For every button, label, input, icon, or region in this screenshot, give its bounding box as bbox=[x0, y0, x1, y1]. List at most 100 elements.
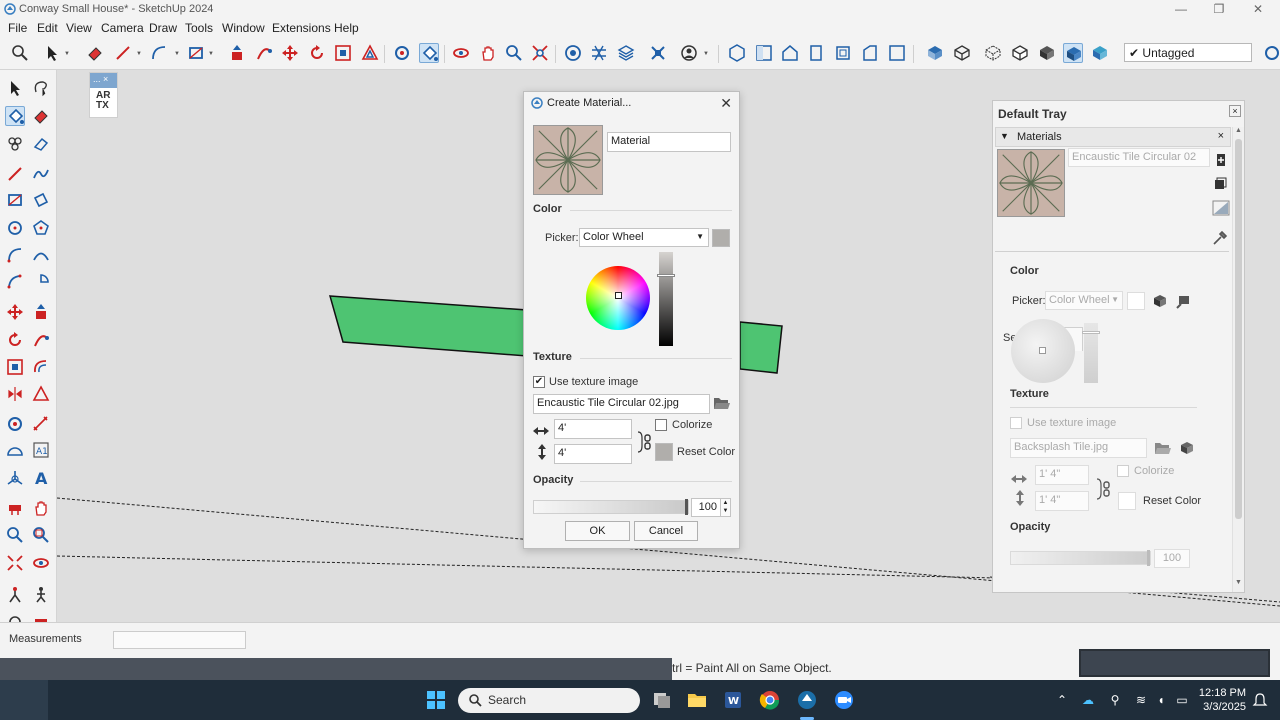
profile-icon[interactable] bbox=[679, 43, 699, 63]
zoom-window-icon[interactable] bbox=[31, 525, 51, 545]
task-view-icon[interactable] bbox=[651, 689, 673, 711]
push-pull-tool-icon[interactable] bbox=[31, 302, 51, 322]
tray-texture-file-input[interactable]: Backsplash Tile.jpg bbox=[1010, 438, 1147, 458]
zoom-app-icon[interactable] bbox=[833, 689, 855, 711]
cancel-button[interactable]: Cancel bbox=[634, 521, 698, 541]
select-tool-icon[interactable] bbox=[42, 43, 62, 63]
3d-text-tool-icon[interactable]: A bbox=[31, 468, 51, 488]
menu-edit[interactable]: Edit bbox=[37, 21, 58, 35]
eyedropper-icon[interactable] bbox=[1212, 230, 1228, 246]
axes-tool-icon[interactable] bbox=[5, 468, 25, 488]
line-tool-icon[interactable] bbox=[5, 164, 25, 184]
display-secondary-pane-icon[interactable] bbox=[1212, 200, 1230, 216]
chrome-icon[interactable] bbox=[759, 689, 781, 711]
artx-logo-icon[interactable]: AR TX bbox=[90, 88, 117, 111]
eraser-tool-icon[interactable] bbox=[85, 43, 105, 63]
pan-hand-icon[interactable] bbox=[31, 498, 51, 518]
aspect-lock-chain-icon[interactable] bbox=[636, 430, 652, 454]
push-pull-tool-icon[interactable] bbox=[227, 43, 247, 63]
tray-close-button[interactable]: × bbox=[1229, 105, 1241, 117]
menu-file[interactable]: File bbox=[8, 21, 27, 35]
chevron-down-icon[interactable]: ▼ bbox=[723, 508, 729, 514]
pie-tool-icon[interactable] bbox=[31, 272, 51, 292]
left-view-icon[interactable] bbox=[860, 43, 880, 63]
zoom-extents-icon[interactable] bbox=[530, 43, 550, 63]
orbit-tool-icon[interactable] bbox=[451, 43, 471, 63]
sections-icon[interactable] bbox=[589, 43, 609, 63]
green-face-right[interactable] bbox=[739, 321, 783, 374]
opacity-stepper[interactable]: ▲ ▼ bbox=[720, 498, 731, 517]
measurements-input[interactable] bbox=[113, 631, 246, 649]
paint-bucket-tool-icon[interactable] bbox=[419, 43, 439, 63]
brightness-slider[interactable] bbox=[657, 252, 675, 346]
texture-file-input[interactable]: Encaustic Tile Circular 02.jpg bbox=[533, 394, 710, 414]
polygon-tool-icon[interactable] bbox=[31, 218, 51, 238]
taskbar-clock[interactable]: 12:18 PM 3/3/2025 bbox=[1198, 686, 1246, 714]
look-around-icon[interactable] bbox=[5, 612, 25, 622]
tray-aspect-lock-chain-icon[interactable] bbox=[1095, 477, 1111, 501]
pan-hand-icon[interactable] bbox=[478, 43, 498, 63]
tray-color-swatch[interactable] bbox=[1127, 292, 1145, 310]
dimension-tool-icon[interactable] bbox=[31, 414, 51, 434]
color-wheel[interactable] bbox=[586, 266, 650, 330]
wireframe-style-icon[interactable] bbox=[983, 43, 1003, 63]
monochrome-style-icon[interactable] bbox=[1090, 43, 1110, 63]
triangle-tool-icon[interactable] bbox=[31, 384, 51, 404]
shaded-textures-style-icon[interactable] bbox=[1063, 43, 1083, 63]
location-icon[interactable]: ⚲ bbox=[1108, 693, 1122, 707]
menu-draw[interactable]: Draw bbox=[149, 21, 177, 35]
chevron-down-icon[interactable]: ▼ bbox=[1000, 131, 1009, 141]
tray-brightness-handle[interactable] bbox=[1082, 331, 1100, 334]
zoom-search-icon[interactable] bbox=[10, 43, 30, 63]
volume-icon[interactable]: ◖ bbox=[1154, 693, 1168, 707]
offset-tool-icon[interactable] bbox=[31, 357, 51, 377]
tray-scrollbar-thumb[interactable] bbox=[1235, 139, 1242, 519]
chevron-up-icon[interactable]: ▲ bbox=[723, 500, 729, 506]
maximize-button[interactable]: ❐ bbox=[1204, 1, 1234, 17]
erase-shape-icon[interactable] bbox=[31, 134, 51, 154]
wifi-icon[interactable]: ≋ bbox=[1134, 693, 1148, 707]
chevron-down-icon[interactable]: ▼ bbox=[64, 51, 70, 57]
arc-tool-icon[interactable] bbox=[149, 43, 169, 63]
tag-selector[interactable]: ✔ Untagged bbox=[1124, 43, 1252, 62]
follow-me-tool-icon[interactable] bbox=[254, 43, 274, 63]
component-tool-icon[interactable] bbox=[5, 134, 25, 154]
color-wheel-cursor[interactable] bbox=[615, 292, 622, 299]
tray-reset-color-button[interactable]: Reset Color bbox=[1143, 495, 1201, 507]
color-swatch[interactable] bbox=[712, 229, 730, 247]
tray-color-wheel[interactable] bbox=[1011, 319, 1075, 383]
ok-button[interactable]: OK bbox=[565, 521, 630, 541]
orbit-tool-icon[interactable] bbox=[31, 553, 51, 573]
tray-opacity-slider[interactable] bbox=[1010, 550, 1151, 566]
follow-me-tool-icon[interactable] bbox=[31, 330, 51, 350]
scale-tool-icon[interactable] bbox=[333, 43, 353, 63]
section-plane-tool-icon[interactable] bbox=[5, 498, 25, 518]
iso-view-icon[interactable] bbox=[727, 43, 747, 63]
opacity-value-input[interactable]: 100 bbox=[691, 498, 721, 517]
arc-tool-icon[interactable] bbox=[5, 245, 25, 265]
battery-icon[interactable]: ▭ bbox=[1175, 693, 1189, 707]
dialog-close-button[interactable]: ✕ bbox=[720, 95, 732, 112]
match-color-screen-icon[interactable] bbox=[1176, 293, 1192, 309]
paint-bucket-tool-icon[interactable] bbox=[5, 106, 25, 126]
back-edges-style-icon[interactable] bbox=[952, 43, 972, 63]
opacity-slider-handle[interactable] bbox=[685, 499, 688, 515]
opacity-slider[interactable] bbox=[533, 499, 689, 515]
solid-tools-icon[interactable] bbox=[648, 43, 668, 63]
colorize-checkbox[interactable] bbox=[655, 419, 667, 431]
tray-browse-folder-icon[interactable] bbox=[1154, 440, 1172, 456]
close-window-button[interactable]: ✕ bbox=[1243, 1, 1273, 17]
rotate-tool-icon[interactable] bbox=[5, 330, 25, 350]
section-display-icon[interactable] bbox=[31, 612, 51, 622]
zoom-tool-icon[interactable] bbox=[5, 525, 25, 545]
menu-camera[interactable]: Camera bbox=[101, 21, 144, 35]
mini-panel-close-button[interactable]: × bbox=[103, 74, 108, 84]
texture-width-input[interactable]: 4' bbox=[554, 419, 632, 439]
tray-width-input[interactable]: 1' 4" bbox=[1035, 465, 1089, 485]
three-point-arc-icon[interactable] bbox=[5, 272, 25, 292]
material-preview-thumbnail[interactable] bbox=[533, 125, 603, 195]
xray-style-icon[interactable] bbox=[925, 43, 945, 63]
chevron-down-icon[interactable]: ▼ bbox=[1235, 579, 1242, 586]
onedrive-cloud-icon[interactable]: ☁ bbox=[1081, 693, 1095, 707]
browse-folder-icon[interactable] bbox=[713, 395, 731, 411]
